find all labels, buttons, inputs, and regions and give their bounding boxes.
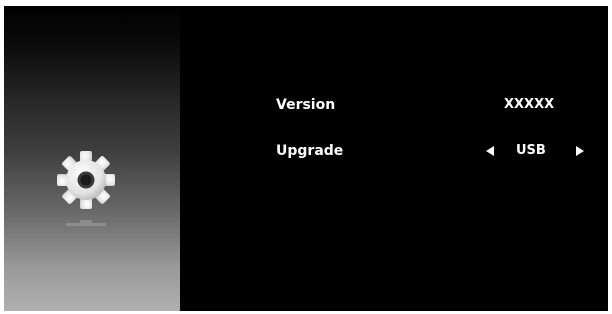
- triangle-right-icon[interactable]: [576, 146, 584, 156]
- upgrade-source-selector[interactable]: USB: [480, 139, 596, 163]
- upgrade-label: Upgrade: [276, 143, 344, 159]
- settings-panel: Version XXXXX Upgrade USB: [180, 6, 608, 311]
- settings-screen: Version XXXXX Upgrade USB: [4, 6, 608, 311]
- sidebar: [4, 6, 180, 311]
- gear-icon-reflection: [66, 220, 106, 226]
- triangle-left-icon[interactable]: [486, 146, 494, 156]
- version-value: XXXXX: [504, 97, 555, 112]
- gear-icon: [57, 151, 115, 209]
- version-row: Version XXXXX: [180, 93, 608, 117]
- version-label: Version: [276, 97, 336, 113]
- upgrade-row[interactable]: Upgrade USB: [180, 139, 608, 163]
- upgrade-source-value: USB: [516, 143, 546, 158]
